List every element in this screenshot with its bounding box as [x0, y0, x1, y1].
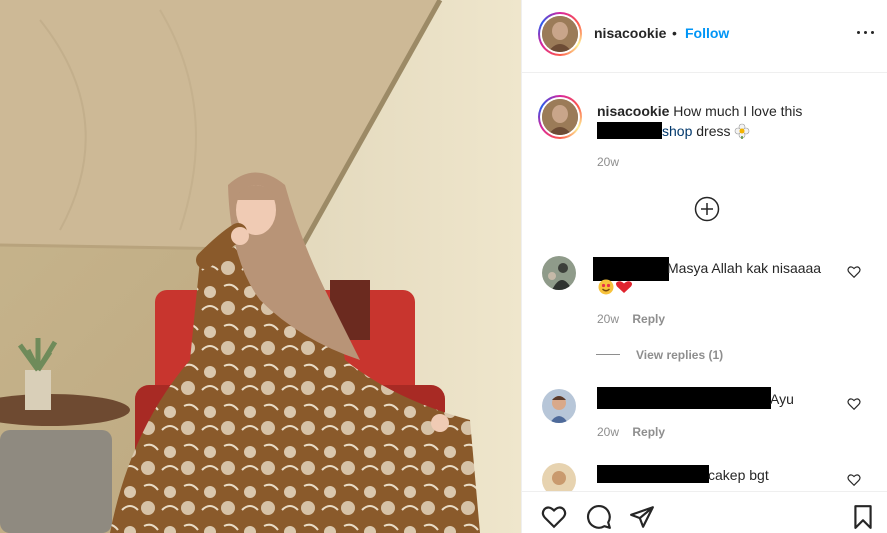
redacted-mention: [597, 122, 662, 139]
more-options-icon[interactable]: [857, 27, 875, 37]
redacted-username: [593, 257, 669, 281]
share-icon[interactable]: [629, 504, 655, 530]
post-caption: nisacookie How much I love this shop dre…: [597, 101, 857, 141]
heart-icon[interactable]: [847, 265, 861, 279]
redacted-username: [597, 465, 709, 483]
comment-time[interactable]: 20w: [597, 312, 619, 326]
view-replies-label: View replies (1): [636, 348, 724, 362]
post-panel: nisacookie • Follow nisacookie How much …: [521, 0, 887, 533]
commenter-avatar[interactable]: [542, 256, 576, 290]
redacted-username: [597, 387, 771, 409]
author-avatar[interactable]: [538, 12, 582, 56]
post-header: nisacookie • Follow: [522, 0, 887, 73]
heart-icon[interactable]: [541, 504, 567, 530]
post-photo[interactable]: [0, 0, 521, 533]
caption-time[interactable]: 20w: [597, 155, 619, 169]
reply-button[interactable]: Reply: [632, 425, 665, 439]
commenter-avatar[interactable]: [542, 389, 576, 423]
caption-avatar[interactable]: [538, 95, 582, 139]
author-username[interactable]: nisacookie: [594, 25, 666, 41]
add-circle-icon[interactable]: [694, 196, 720, 222]
comment-meta: 20w Reply: [597, 425, 665, 439]
comment-icon[interactable]: [586, 504, 612, 530]
comment-meta: 20w Reply: [597, 312, 665, 326]
heart-icon[interactable]: [847, 397, 861, 411]
action-bar: [522, 491, 887, 533]
shop-link[interactable]: shop: [662, 123, 692, 139]
comment-text: Ayu: [770, 391, 794, 407]
follow-button[interactable]: Follow: [685, 25, 729, 41]
separator-dot: •: [672, 25, 677, 41]
caption-text-end: dress: [696, 123, 731, 139]
flower-emoji-icon: [735, 123, 750, 139]
caption-text: How much I love this: [673, 103, 803, 119]
caption-username[interactable]: nisacookie: [597, 103, 669, 119]
post-image: [0, 0, 521, 533]
bookmark-icon[interactable]: [850, 504, 876, 530]
comment-text: cakep bgt: [708, 467, 769, 483]
heart-icon[interactable]: [847, 473, 861, 487]
emoji-icon: [598, 279, 632, 295]
reply-button[interactable]: Reply: [632, 312, 665, 326]
view-replies-button[interactable]: View replies (1): [596, 348, 723, 362]
comment-text: Masya Allah kak nisaaaa: [667, 260, 822, 276]
comment-time[interactable]: 20w: [597, 425, 619, 439]
